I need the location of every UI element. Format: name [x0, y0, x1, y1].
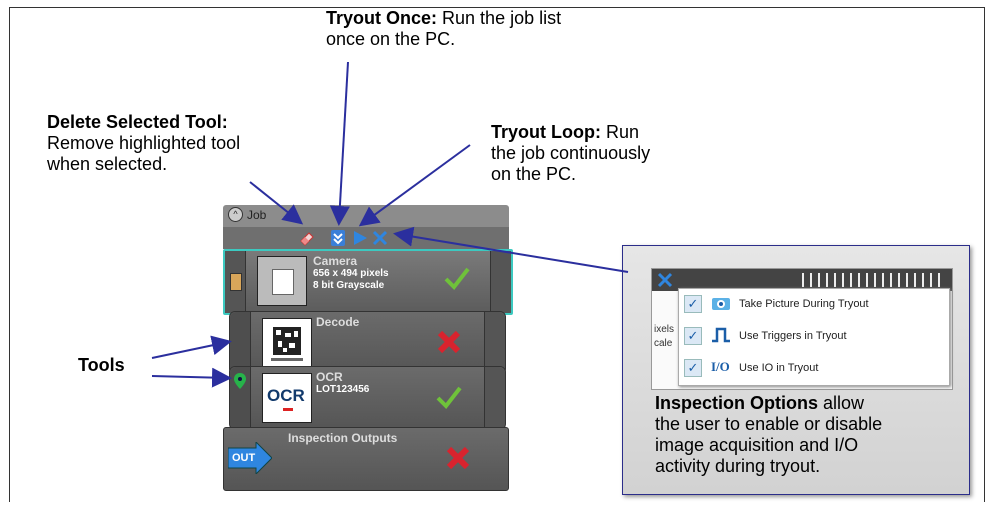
tool-name: Inspection Outputs [288, 431, 398, 445]
inspection-options-description: Inspection Options allow the user to ena… [655, 393, 883, 476]
datamatrix-thumbnail [262, 318, 312, 368]
inspection-options-menu: ✓ Take Picture During Tryout ✓ Use Trigg… [678, 288, 950, 386]
eraser-icon[interactable] [298, 229, 316, 247]
tryout-once-icon[interactable] [329, 229, 347, 247]
fail-x-icon [437, 330, 461, 354]
tool-name: OCR [316, 370, 343, 384]
job-header: ^ Job [223, 205, 509, 227]
tool-row-ocr[interactable]: OCR OCR LOT123456 [229, 366, 506, 430]
job-title: Job [247, 207, 267, 222]
pass-check-icon [444, 267, 470, 291]
ocr-thumbnail: OCR [262, 373, 312, 423]
menu-item-take-picture[interactable]: ✓ Take Picture During Tryout [679, 289, 949, 319]
tool-info: LOT123456 [316, 384, 370, 395]
camera-thumbnail [257, 256, 307, 306]
map-pin-icon [234, 373, 246, 389]
tools-annotation: Tools [78, 355, 125, 375]
tryout-loop-annotation: Tryout Loop: Run the job continuously on… [491, 122, 651, 184]
inspection-options-panel: ixels cale ✓ Take Picture During Tryout ✓… [622, 245, 970, 495]
delete-tool-annotation: Delete Selected Tool: Remove highlighted… [47, 112, 241, 174]
pass-check-icon [436, 386, 462, 410]
tool-name: Decode [316, 315, 360, 329]
tool-row-camera[interactable]: Camera 656 x 494 pixels 8 bit Grayscale [223, 249, 513, 315]
tool-row-inspection-outputs[interactable]: OUT Inspection Outputs [223, 427, 509, 491]
tool-name: Camera [313, 254, 358, 268]
io-icon: I/O [711, 359, 730, 374]
checkbox-checked-icon[interactable]: ✓ [684, 327, 702, 345]
menu-item-use-triggers[interactable]: ✓ Use Triggers in Tryout [679, 321, 949, 351]
inspection-options-icon[interactable] [371, 229, 389, 247]
checkbox-checked-icon[interactable]: ✓ [684, 359, 702, 377]
menu-item-use-io[interactable]: ✓ I/O Use IO in Tryout [679, 353, 949, 383]
checkbox-checked-icon[interactable]: ✓ [684, 295, 702, 313]
tool-info: 8 bit Grayscale [313, 280, 385, 291]
job-toolbar [223, 227, 509, 249]
camera-handle-icon [230, 273, 242, 291]
inspection-options-icon [657, 272, 673, 288]
fail-x-icon [446, 446, 470, 470]
trigger-pulse-icon [712, 327, 730, 343]
tryout-once-annotation: Tryout Once: Run the job list once on th… [326, 8, 562, 49]
camera-icon [712, 298, 730, 310]
inspection-options-screenshot: ixels cale ✓ Take Picture During Tryout ✓… [651, 268, 953, 390]
job-panel: ^ Job Camera 656 x 494 pixels 8 bit Gray… [223, 205, 513, 495]
tryout-loop-icon[interactable] [351, 229, 369, 247]
tool-info: 656 x 494 pixels [313, 268, 389, 279]
collapse-icon[interactable]: ^ [228, 207, 243, 222]
